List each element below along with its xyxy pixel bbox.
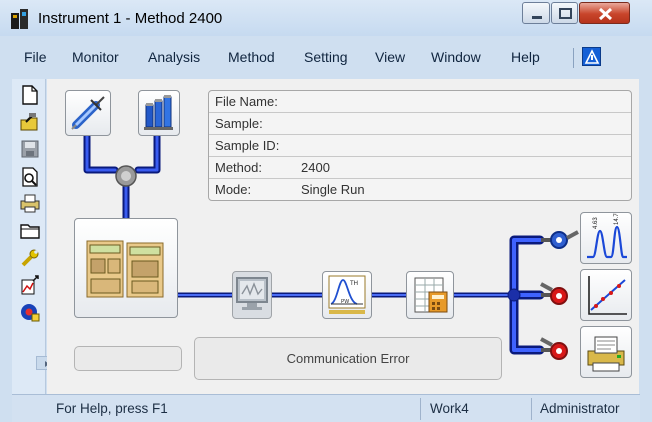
peak-integration-button[interactable]: TH PW — [322, 271, 372, 319]
info-label: File Name: — [215, 94, 278, 109]
instrument-module-button[interactable] — [74, 218, 178, 318]
application-window: Instrument 1 - Method 2400 File Monitor … — [0, 0, 652, 422]
printer-output-button[interactable] — [580, 326, 632, 378]
valve-middle — [540, 282, 568, 305]
instrument-modules-icon — [86, 240, 164, 298]
info-row-mode: Mode: Single Run — [209, 179, 631, 200]
status-workspace: Work4 — [430, 401, 469, 416]
monitor-icon — [236, 277, 268, 310]
status-separator — [420, 398, 421, 420]
info-row-sample: Sample: — [209, 113, 631, 135]
sample-vials-button[interactable] — [138, 90, 180, 136]
calculator-table-icon — [414, 277, 448, 313]
autosampler-syringe-button[interactable] — [65, 90, 111, 136]
file-info-panel: File Name: Sample: Sample ID: Method: 24… — [208, 90, 632, 201]
manifold-hub — [507, 288, 521, 302]
syringe-icon — [71, 96, 105, 130]
progress-indicator-box — [74, 346, 182, 371]
status-separator — [531, 398, 532, 420]
status-help-text: For Help, press F1 — [56, 401, 168, 416]
info-value: Single Run — [301, 182, 365, 197]
chromatogram-output-button[interactable]: 4.63 14.70 — [580, 209, 632, 264]
info-label: Method: — [215, 160, 262, 175]
svg-text:4.63: 4.63 — [593, 217, 599, 229]
info-label: Sample: — [215, 116, 263, 131]
tee-valve — [115, 165, 137, 187]
calibration-curve-icon — [588, 276, 627, 315]
monitor-button[interactable] — [232, 271, 272, 319]
peak-integration-icon: TH PW — [328, 275, 366, 314]
valve-top — [541, 230, 579, 249]
communication-status-box: Communication Error — [194, 337, 502, 380]
data-table-button[interactable] — [406, 271, 454, 319]
info-label: Mode: — [215, 182, 252, 197]
svg-text:PW: PW — [341, 299, 349, 305]
printer-icon — [587, 336, 625, 372]
status-bar: For Help, press F1 Work4 Administrator — [12, 394, 640, 422]
vials-icon — [144, 95, 173, 130]
info-row-method: Method: 2400 — [209, 157, 631, 179]
calibration-curve-button[interactable] — [580, 269, 632, 321]
info-label: Sample ID: — [215, 138, 280, 153]
info-row-file-name: File Name: — [209, 91, 631, 113]
svg-text:14.70: 14.70 — [614, 213, 620, 225]
svg-text:TH: TH — [350, 281, 358, 287]
status-user: Administrator — [540, 401, 620, 416]
info-value: 2400 — [301, 160, 330, 175]
valve-bottom — [540, 337, 568, 360]
info-row-sample-id: Sample ID: — [209, 135, 631, 157]
chromatogram-icon: 4.63 14.70 — [587, 209, 627, 259]
